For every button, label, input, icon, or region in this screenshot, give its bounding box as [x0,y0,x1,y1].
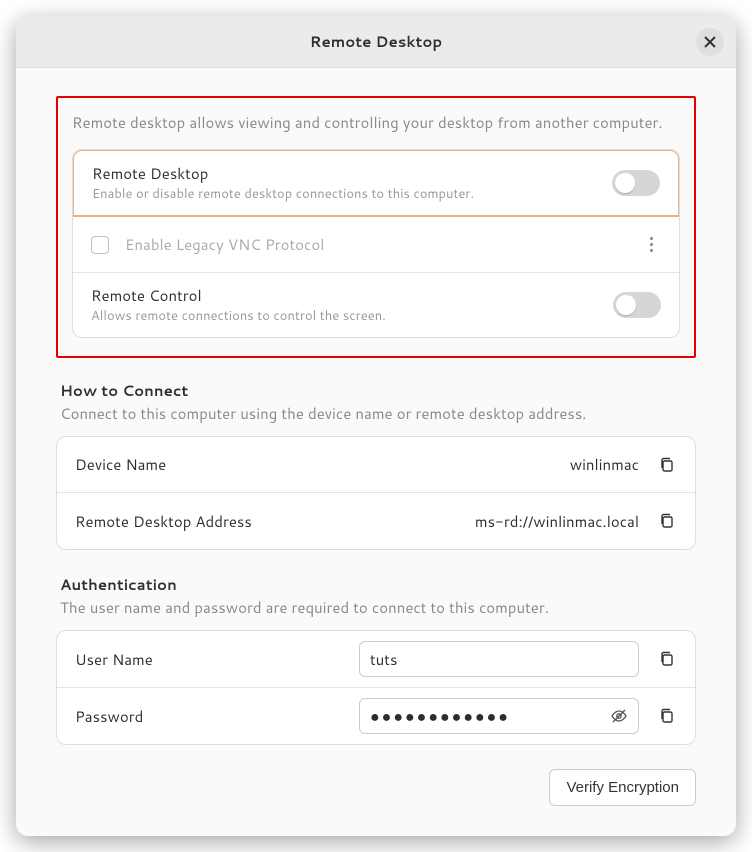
close-icon [704,36,716,48]
username-value: tuts [370,649,628,670]
copy-icon [659,457,675,473]
connect-section-subtitle: Connect to this computer using the devic… [60,403,692,424]
remote-control-title: Remote Control [91,285,613,306]
remote-address-row: Remote Desktop Address ms-rd://winlinmac… [57,493,695,549]
device-name-row: Device Name winlinmac [57,437,695,493]
legacy-vnc-checkbox[interactable] [91,236,109,254]
copy-icon [659,651,675,667]
copy-username-button[interactable] [657,649,677,669]
footer-actions: Verify Encryption [56,769,696,806]
connect-card: Device Name winlinmac Remote Desktop Add… [56,436,696,550]
verify-encryption-button[interactable]: Verify Encryption [549,769,696,806]
how-to-connect-section: How to Connect Connect to this computer … [56,380,696,550]
remote-address-label: Remote Desktop Address [75,511,252,532]
highlight-region: Remote desktop allows viewing and contro… [56,96,696,358]
password-label: Password [75,706,143,727]
close-button[interactable] [696,28,724,56]
copy-icon [659,513,675,529]
content-area: Remote desktop allows viewing and contro… [16,68,736,836]
main-settings-card: Remote Desktop Enable or disable remote … [72,149,680,338]
connect-section-title: How to Connect [60,380,692,401]
remote-desktop-row: Remote Desktop Enable or disable remote … [72,149,680,217]
auth-card: User Name tuts Password ●●●●●●●●●●●● [56,630,696,745]
remote-control-toggle[interactable] [613,292,661,318]
remote-address-value: ms-rd://winlinmac.local [475,511,639,532]
device-name-label: Device Name [75,454,166,475]
username-row: User Name tuts [57,631,695,688]
copy-password-button[interactable] [657,706,677,726]
reveal-password-button[interactable] [610,707,628,725]
copy-icon [659,708,675,724]
username-input[interactable]: tuts [359,641,639,677]
auth-section-title: Authentication [60,574,692,595]
device-name-value: winlinmac [570,454,639,475]
copy-address-button[interactable] [657,511,677,531]
legacy-vnc-menu-button[interactable] [641,237,661,252]
remote-desktop-window: Remote Desktop Remote desktop allows vie… [16,16,736,836]
toggle-knob [616,295,636,315]
auth-section-subtitle: The user name and password are required … [60,597,692,618]
password-row: Password ●●●●●●●●●●●● [57,688,695,744]
remote-control-row: Remote Control Allows remote connections… [73,273,679,337]
username-label: User Name [75,649,153,670]
copy-device-name-button[interactable] [657,455,677,475]
eye-off-icon [610,707,628,725]
remote-desktop-toggle[interactable] [612,170,660,196]
remote-desktop-title: Remote Desktop [92,163,612,184]
remote-desktop-subtitle: Enable or disable remote desktop connect… [92,185,612,203]
password-mask: ●●●●●●●●●●●● [370,705,610,728]
toggle-knob [615,173,635,193]
legacy-vnc-label: Enable Legacy VNC Protocol [125,234,641,255]
intro-text: Remote desktop allows viewing and contro… [72,112,680,133]
legacy-vnc-row: Enable Legacy VNC Protocol [73,217,679,273]
titlebar: Remote Desktop [16,16,736,68]
window-title: Remote Desktop [310,31,443,52]
authentication-section: Authentication The user name and passwor… [56,574,696,745]
remote-control-subtitle: Allows remote connections to control the… [91,307,613,325]
password-input[interactable]: ●●●●●●●●●●●● [359,698,639,734]
